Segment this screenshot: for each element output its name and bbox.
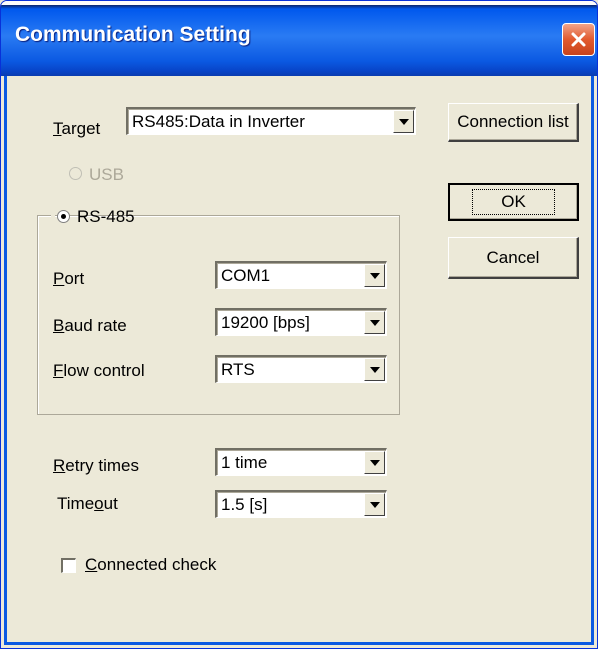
window-title: Communication Setting xyxy=(15,23,251,46)
rs485-label: RS-485 xyxy=(77,207,135,226)
chevron-down-icon xyxy=(369,501,380,508)
target-dropdown-button[interactable] xyxy=(393,110,414,133)
cancel-label: Cancel xyxy=(486,247,540,267)
timeout-select[interactable]: 1.5 [s] xyxy=(215,490,387,518)
usb-label: USB xyxy=(89,165,124,184)
baud-value: 19200 [bps] xyxy=(221,313,310,332)
retry-label: Retry times xyxy=(53,456,139,475)
target-value: RS485:Data in Inverter xyxy=(132,112,305,131)
connection-list-label: Connection list xyxy=(457,112,569,131)
connection-list-button[interactable]: Connection list xyxy=(448,103,579,142)
title-bar[interactable]: Communication Setting xyxy=(1,1,597,76)
chevron-down-icon xyxy=(369,366,380,373)
flow-dropdown-button[interactable] xyxy=(364,358,385,381)
close-icon xyxy=(571,32,586,47)
retry-value: 1 time xyxy=(221,453,268,472)
target-select[interactable]: RS485:Data in Inverter xyxy=(126,107,416,135)
retry-select[interactable]: 1 time xyxy=(215,448,387,476)
baud-label: Baud rate xyxy=(53,316,127,335)
timeout-dropdown-button[interactable] xyxy=(364,493,385,516)
timeout-value: 1.5 [s] xyxy=(221,495,268,514)
retry-dropdown-button[interactable] xyxy=(364,451,385,474)
port-dropdown-button[interactable] xyxy=(364,264,385,287)
port-select[interactable]: COM1 xyxy=(215,261,387,289)
chevron-down-icon xyxy=(369,319,380,326)
flow-value: RTS xyxy=(221,360,255,379)
ok-label: OK xyxy=(501,192,526,211)
chevron-down-icon xyxy=(369,459,380,466)
rs485-radio[interactable] xyxy=(57,210,70,223)
usb-radio[interactable] xyxy=(69,167,82,180)
rs485-legend: RS-485 xyxy=(51,205,135,227)
chevron-down-icon xyxy=(398,118,409,125)
baud-dropdown-button[interactable] xyxy=(364,311,385,334)
radio-dot xyxy=(61,214,66,219)
ok-focus-rect: OK xyxy=(472,189,555,215)
target-label: Target xyxy=(53,119,101,138)
baud-select[interactable]: 19200 [bps] xyxy=(215,308,387,336)
port-label: Port xyxy=(53,269,85,288)
ok-button[interactable]: OK xyxy=(448,183,579,221)
port-value: COM1 xyxy=(221,266,271,285)
close-button[interactable] xyxy=(562,23,595,56)
flow-label: Flow control xyxy=(53,361,145,380)
connected-check-checkbox[interactable] xyxy=(61,558,76,573)
dialog-window: Communication Setting Target RS485:Data … xyxy=(0,0,598,649)
flow-select[interactable]: RTS xyxy=(215,355,387,383)
connected-check-label: Connected check xyxy=(85,555,217,574)
timeout-label: Timeout xyxy=(57,494,118,513)
chevron-down-icon xyxy=(369,272,380,279)
cancel-button[interactable]: Cancel xyxy=(448,237,579,279)
